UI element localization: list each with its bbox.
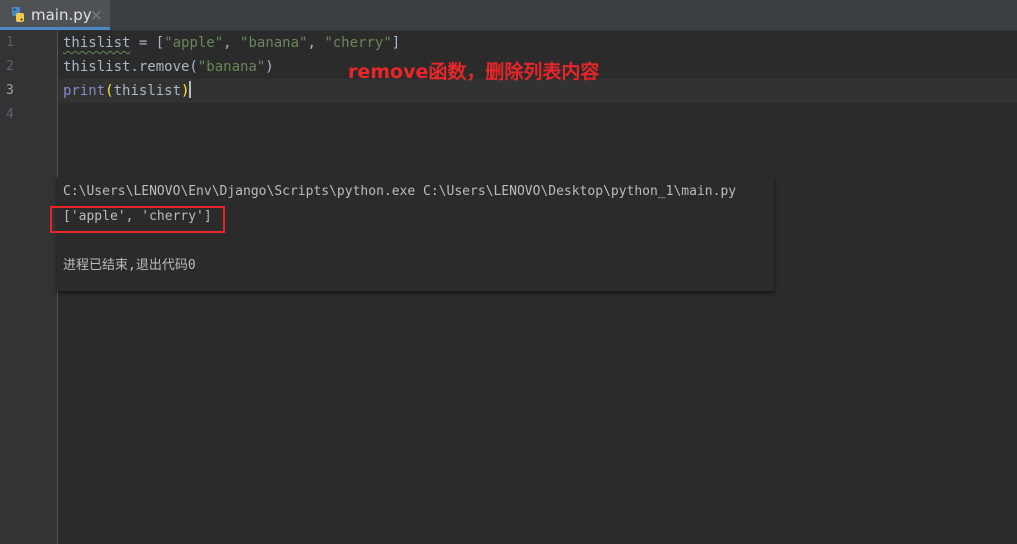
builtin-token: print xyxy=(63,83,106,99)
code-editor[interactable]: 1 2 3 4 thislist = ["apple", "banana", "… xyxy=(0,31,1017,544)
line-number: 1 xyxy=(6,35,14,50)
editor-tab-bar: main.py × xyxy=(0,0,1017,31)
run-command-line: C:\Users\LENOVO\Env\Django\Scripts\pytho… xyxy=(63,184,737,199)
exit-status-line: 进程已结束,退出代码0 xyxy=(63,258,196,273)
annotation-label: remove函数，删除列表内容 xyxy=(348,61,600,83)
string-token: "cherry" xyxy=(324,35,392,51)
output-highlight-box xyxy=(50,206,225,233)
paren-token: ( xyxy=(105,83,114,99)
code-line-1[interactable]: thislist = ["apple", "banana", "cherry"] xyxy=(63,31,400,55)
variable-token: thislist xyxy=(63,35,131,51)
separator-token: , xyxy=(223,35,241,51)
line-number: 3 xyxy=(6,83,14,98)
text-caret xyxy=(189,81,192,98)
line-number-gutter: 1 2 3 4 xyxy=(0,31,58,544)
method-call-token: thislist.remove( xyxy=(63,59,198,75)
code-line-2[interactable]: thislist.remove("banana") xyxy=(63,55,274,79)
line-number: 2 xyxy=(6,59,14,74)
line-number: 4 xyxy=(6,107,14,122)
argument-token: thislist xyxy=(113,83,182,99)
python-file-icon xyxy=(9,6,27,24)
close-tab-icon[interactable]: × xyxy=(90,4,103,26)
string-token: "banana" xyxy=(240,35,308,51)
string-token: "apple" xyxy=(164,35,224,51)
paren-token: ) xyxy=(181,83,190,99)
code-line-3[interactable]: print(thislist) xyxy=(63,79,192,103)
tab-main-py[interactable]: main.py × xyxy=(0,0,110,30)
string-token: "banana" xyxy=(197,59,266,75)
operator-token: = [ xyxy=(130,35,165,51)
paren-token: ) xyxy=(265,59,274,75)
run-output-panel[interactable]: C:\Users\LENOVO\Env\Django\Scripts\pytho… xyxy=(50,177,774,291)
tab-filename: main.py xyxy=(31,6,92,24)
bracket-token: ] xyxy=(391,35,401,51)
separator-token: , xyxy=(307,35,325,51)
